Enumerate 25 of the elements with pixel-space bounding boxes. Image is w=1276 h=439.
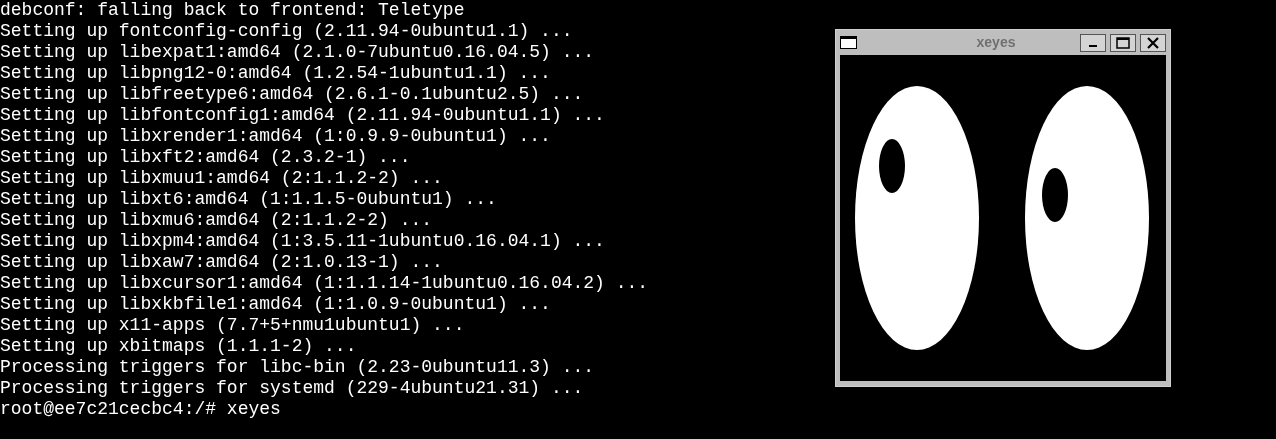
terminal-line: Setting up x11-apps (7.7+5+nmu1ubuntu1) ... <box>0 315 465 336</box>
terminal-line: Setting up libxmuu1:amd64 (2:1.1.2-2) ... <box>0 168 443 189</box>
close-button[interactable] <box>1140 33 1166 52</box>
terminal-line: Setting up fontconfig-config (2.11.94-0ubuntu1.1) ... <box>0 21 573 42</box>
terminal-line: Setting up libfreetype6:amd64 (2.6.1-0.1ubuntu2.5) ... <box>0 84 584 105</box>
terminal-line: Setting up libxpm4:amd64 (1:3.5.11-1ubuntu0.16.04.1) ... <box>0 231 605 252</box>
terminal-line: Setting up libxcursor1:amd64 (1:1.1.14-1ubuntu0.16.04.2) ... <box>0 273 649 294</box>
terminal-line: Setting up libxt6:amd64 (1:1.1.5-0ubuntu1) ... <box>0 189 497 210</box>
terminal-line: root@ee7c21cecbc4:/# xeyes <box>0 399 281 420</box>
window-title: xeyes <box>975 33 1017 52</box>
terminal-line: Setting up libxaw7:amd64 (2:1.0.13-1) ... <box>0 252 443 273</box>
terminal-line: Setting up libfontconfig1:amd64 (2.11.94-0ubuntu1.1) ... <box>0 105 605 126</box>
terminal-line: Setting up libexpat1:amd64 (2.1.0-7ubuntu0.16.04.5) ... <box>0 42 595 63</box>
minimize-button[interactable] <box>1080 33 1106 52</box>
terminal-line: Setting up xbitmaps (1.1.1-2) ... <box>0 336 357 357</box>
terminal-line: Processing triggers for systemd (229-4ubuntu21.31) ... <box>0 378 584 399</box>
terminal-line: Setting up libpng12-0:amd64 (1.2.54-1ubuntu1.1) ... <box>0 63 551 84</box>
terminal-line: Processing triggers for libc-bin (2.23-0ubuntu11.3) ... <box>0 357 595 378</box>
terminal-line: debconf: falling back to frontend: Teletype <box>0 0 465 21</box>
terminal-line: Setting up libxft2:amd64 (2.3.2-1) ... <box>0 147 411 168</box>
terminal-line: Setting up libxmu6:amd64 (2:1.1.2-2) ... <box>0 210 433 231</box>
terminal-line: Setting up libxrender1:amd64 (1:0.9.9-0ubuntu1) ... <box>0 126 551 147</box>
terminal-line: Setting up libxkbfile1:amd64 (1:1.0.9-0ubuntu1) ... <box>0 294 551 315</box>
window-menu-icon[interactable] <box>840 36 857 49</box>
maximize-button[interactable] <box>1110 33 1136 52</box>
